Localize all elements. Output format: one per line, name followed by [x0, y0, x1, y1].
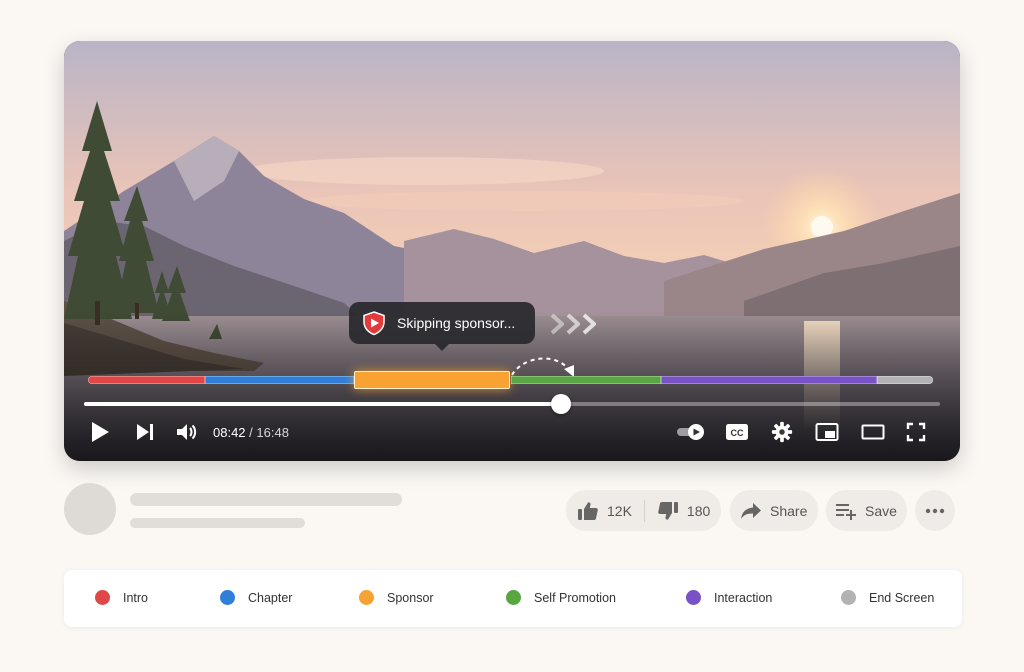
time-separator: /: [245, 425, 257, 440]
time-display: 08:42 / 16:48: [213, 425, 289, 440]
legend-dot-interaction: [686, 590, 701, 605]
sponsorblock-shield-icon: [363, 311, 385, 336]
like-dislike-pill: 12K 180: [566, 490, 721, 531]
current-time: 08:42: [213, 425, 246, 440]
progress-played: [84, 402, 561, 406]
next-icon: [137, 424, 153, 440]
skip-curve-arrow-icon: [511, 357, 574, 377]
legend-dot-intro: [95, 590, 110, 605]
legend-item-interaction: Interaction: [686, 590, 772, 605]
legend-item-end-screen: End Screen: [841, 590, 934, 605]
sponsor-segment-bar[interactable]: [88, 371, 933, 389]
save-playlist-icon: [836, 503, 856, 520]
segment-self-promotion[interactable]: [510, 376, 661, 384]
segment-legend: Intro Chapter Sponsor Self Promotion Int…: [64, 570, 962, 627]
save-button[interactable]: Save: [826, 490, 907, 531]
legend-item-chapter: Chapter: [220, 590, 292, 605]
segment-end-screen[interactable]: [877, 376, 933, 384]
more-horizontal-icon: [925, 508, 945, 513]
theater-mode-button[interactable]: [860, 420, 886, 444]
channel-name-placeholder: [130, 518, 305, 528]
captions-icon: CC: [726, 424, 748, 440]
skip-tooltip: Skipping sponsor...: [349, 302, 535, 351]
segment-interaction[interactable]: [660, 376, 878, 384]
legend-label-intro: Intro: [123, 590, 149, 605]
miniplayer-icon: [815, 423, 839, 441]
legend-dot-sponsor: [359, 590, 374, 605]
legend-dot-chapter: [220, 590, 235, 605]
segment-intro[interactable]: [88, 376, 205, 384]
play-icon: [92, 422, 109, 442]
share-label: Share: [770, 502, 808, 519]
fullscreen-button[interactable]: [904, 420, 928, 444]
duration: 16:48: [256, 425, 289, 440]
captions-button[interactable]: CC: [724, 420, 750, 444]
fullscreen-icon: [906, 422, 926, 442]
more-actions-button[interactable]: [915, 490, 955, 531]
like-button[interactable]: 12K: [566, 490, 632, 531]
legend-item-self-promotion: Self Promotion: [506, 590, 616, 605]
title-placeholder: [130, 493, 402, 506]
autoplay-toggle-icon: [677, 424, 704, 440]
save-label: Save: [865, 502, 897, 519]
dislike-count: 180: [686, 502, 711, 519]
next-button[interactable]: [134, 420, 156, 444]
progress-scrubber-handle[interactable]: [550, 394, 571, 414]
legend-item-sponsor: Sponsor: [359, 590, 434, 605]
legend-label-end-screen: End Screen: [869, 590, 935, 605]
legend-dot-self-promotion: [506, 590, 521, 605]
theater-icon: [861, 424, 885, 440]
miniplayer-button[interactable]: [814, 420, 840, 444]
play-button[interactable]: [88, 420, 112, 444]
progress-bar[interactable]: [84, 394, 940, 414]
thumbs-up-icon: [578, 501, 598, 520]
share-button[interactable]: Share: [730, 490, 818, 531]
segment-sponsor[interactable]: [354, 371, 511, 389]
svg-text:CC: CC: [731, 428, 744, 438]
like-divider: [643, 499, 645, 522]
segment-chapter[interactable]: [204, 376, 355, 384]
thumbs-down-icon: [658, 501, 678, 520]
like-count: 12K: [607, 502, 632, 519]
dislike-button[interactable]: 180: [657, 490, 710, 531]
legend-label-self-promotion: Self Promotion: [534, 590, 616, 605]
legend-dot-end-screen: [841, 590, 856, 605]
legend-label-interaction: Interaction: [714, 590, 773, 605]
tooltip-text: Skipping sponsor...: [397, 315, 516, 331]
legend-item-intro: Intro: [95, 590, 148, 605]
video-player[interactable]: Skipping sponsor... 08:42 / 16:48 CC: [64, 41, 960, 461]
share-icon: [741, 502, 761, 519]
volume-button[interactable]: [174, 420, 198, 444]
legend-label-chapter: Chapter: [248, 590, 293, 605]
channel-avatar-placeholder[interactable]: [64, 483, 116, 535]
legend-label-sponsor: Sponsor: [387, 590, 434, 605]
volume-icon: [177, 424, 197, 440]
autoplay-toggle[interactable]: [676, 420, 706, 444]
skip-forward-arrows-icon: [550, 313, 596, 335]
settings-icon: [771, 421, 793, 443]
settings-button[interactable]: [770, 420, 794, 444]
player-controls: 08:42 / 16:48 CC: [64, 416, 960, 448]
